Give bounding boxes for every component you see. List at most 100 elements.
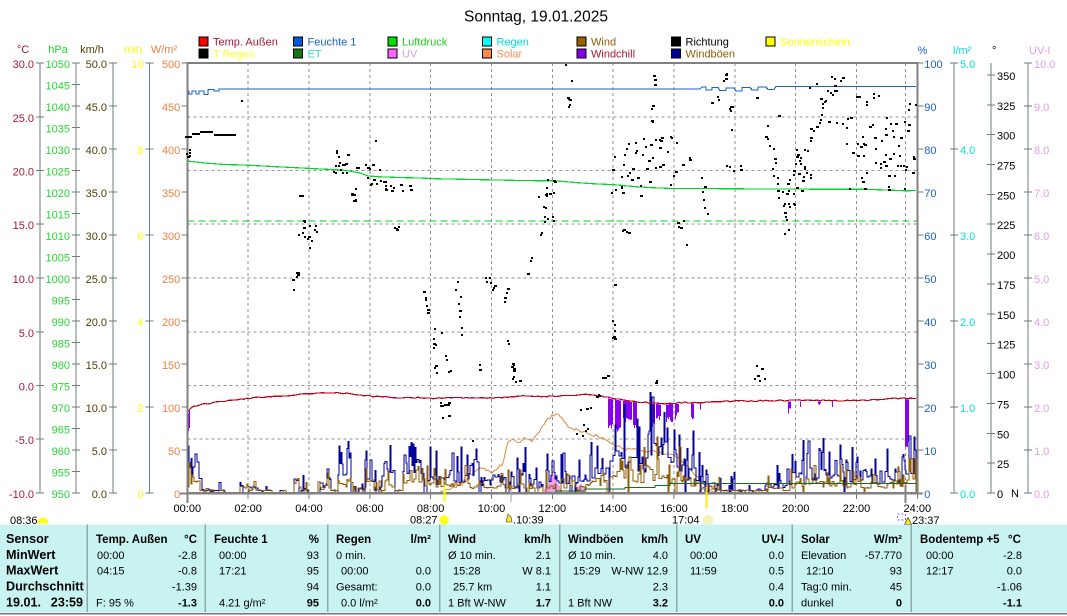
svg-text:950: 950 [52,489,70,501]
svg-text:1045: 1045 [46,81,70,93]
svg-text:Sonntag, 19.01.2025: Sonntag, 19.01.2025 [464,9,608,26]
svg-text:250: 250 [162,274,180,286]
svg-text:20: 20 [924,403,936,415]
svg-text:2.0: 2.0 [1034,403,1049,415]
svg-text:100: 100 [997,370,1015,382]
svg-text:350: 350 [162,188,180,200]
svg-text:-5.0: -5.0 [15,435,34,447]
svg-text:UV-I: UV-I [762,534,784,546]
svg-text:hPa: hPa [48,44,68,56]
svg-text:1015: 1015 [46,210,70,222]
svg-text:35.0: 35.0 [86,188,107,200]
svg-text:W/m²: W/m² [874,534,902,546]
svg-text:0.0: 0.0 [769,598,784,610]
svg-text:W 8.1: W 8.1 [522,566,551,578]
svg-text:T Regen: T Regen [213,49,255,61]
svg-text:40: 40 [924,317,936,329]
svg-text:-57.770: -57.770 [865,550,902,562]
svg-text:75: 75 [997,399,1009,411]
svg-text:50: 50 [997,429,1009,441]
svg-text:0.0: 0.0 [769,550,784,562]
svg-text:UV-I: UV-I [1029,45,1050,57]
svg-text:990: 990 [52,317,70,329]
svg-text:Wind: Wind [448,534,476,546]
svg-text:km/h: km/h [80,44,104,56]
svg-text:4.0: 4.0 [960,145,975,157]
svg-text:1035: 1035 [46,124,70,136]
svg-text:Durchschnitt: Durchschnitt [6,580,84,594]
svg-text:N: N [1011,488,1019,500]
svg-text:18:00: 18:00 [721,503,749,515]
svg-text:km/h: km/h [524,534,551,546]
svg-text:12:10: 12:10 [806,566,834,578]
svg-text:11:59: 11:59 [690,566,717,578]
svg-text:Windböen: Windböen [568,534,623,546]
svg-text:175: 175 [997,280,1015,292]
svg-text:-2.8: -2.8 [1003,550,1022,562]
svg-text:Solar: Solar [497,49,523,61]
svg-text:150: 150 [997,310,1015,322]
svg-text:250: 250 [997,190,1015,202]
svg-text:00:00: 00:00 [341,566,369,578]
svg-text:Ø 10 min.: Ø 10 min. [448,550,496,562]
svg-text:Richtung: Richtung [686,37,729,49]
svg-text:25: 25 [997,459,1009,471]
svg-text:min: min [124,44,142,56]
svg-text:93: 93 [307,550,319,562]
svg-text:960: 960 [52,446,70,458]
svg-text:450: 450 [162,102,180,114]
svg-text:15:28: 15:28 [453,566,481,578]
svg-text:00:00: 00:00 [926,550,954,562]
svg-text:-1.3: -1.3 [178,598,197,610]
svg-text:Elevation: Elevation [801,550,846,562]
svg-text:-2.8: -2.8 [178,550,197,562]
svg-text:40.0: 40.0 [86,145,107,157]
svg-text:Feuchte 1: Feuchte 1 [214,534,268,546]
svg-text:350: 350 [997,71,1015,83]
svg-text:Gesamt:: Gesamt: [336,582,378,594]
svg-text:1 Bft W-NW: 1 Bft W-NW [448,598,506,610]
svg-text:°C: °C [1008,534,1021,546]
svg-text:0 min.: 0 min. [336,550,366,562]
svg-text:10.0: 10.0 [13,274,34,286]
svg-text:22:00: 22:00 [843,503,871,515]
svg-text:150: 150 [162,360,180,372]
svg-text:300: 300 [162,231,180,243]
svg-text:225: 225 [997,220,1015,232]
svg-text:Feuchte 1: Feuchte 1 [308,37,357,49]
svg-text:10.0: 10.0 [1034,59,1055,71]
svg-text:1020: 1020 [46,188,70,200]
svg-text:Windböen: Windböen [686,49,736,61]
svg-text:17:21: 17:21 [219,566,247,578]
svg-text:5.0: 5.0 [92,446,107,458]
svg-text:965: 965 [52,425,70,437]
svg-text:W/m²: W/m² [151,44,178,56]
svg-text:0.0: 0.0 [1007,566,1022,578]
svg-text:2: 2 [137,403,143,415]
svg-text:8: 8 [137,145,143,157]
svg-text:1.0: 1.0 [960,403,975,415]
svg-text:0.0: 0.0 [960,489,975,501]
svg-text:l/m²: l/m² [953,45,972,57]
svg-text:325: 325 [997,101,1015,113]
svg-text:0.0: 0.0 [416,566,431,578]
svg-text:30.0: 30.0 [86,231,107,243]
svg-text:5.0: 5.0 [1034,274,1049,286]
svg-text:Wind: Wind [591,37,616,49]
svg-text:Solar: Solar [801,534,830,546]
svg-text:1 Bft NW: 1 Bft NW [568,598,613,610]
svg-text:Luftdruck: Luftdruck [402,37,448,49]
svg-text:Tag:0 min.: Tag:0 min. [801,582,852,594]
svg-text:km/h: km/h [641,534,668,546]
svg-text:0.4: 0.4 [769,582,784,594]
svg-text:3.0: 3.0 [960,231,975,243]
svg-text:15.0: 15.0 [13,220,34,232]
svg-text:1050: 1050 [46,59,70,71]
svg-text:10: 10 [924,446,936,458]
svg-text:0.0 l/m²: 0.0 l/m² [341,598,378,610]
svg-text:4: 4 [137,317,143,329]
svg-text:4.0: 4.0 [653,550,668,562]
svg-text:Regen: Regen [336,534,371,546]
svg-text:3.2: 3.2 [653,598,668,610]
svg-text:10.0: 10.0 [86,403,107,415]
